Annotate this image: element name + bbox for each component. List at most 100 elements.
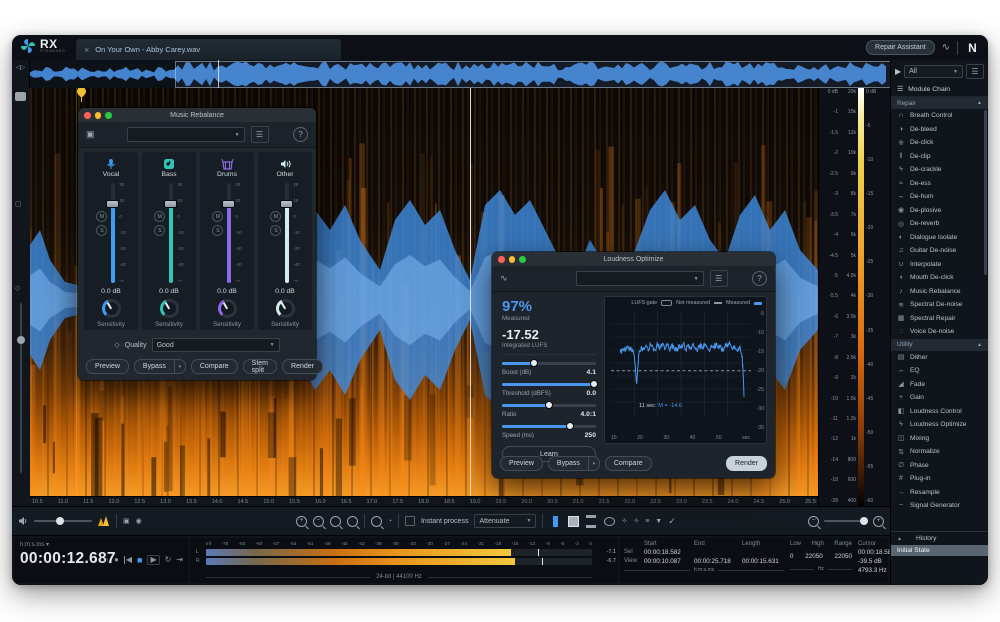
music-rebalance-title-bar[interactable]: Music Rebalance	[78, 108, 316, 122]
module-item-de-crackle[interactable]: ϟDe-crackle	[891, 163, 988, 177]
module-item-interpolate[interactable]: ∪Interpolate	[891, 258, 988, 272]
preset-menu-icon[interactable]: ☰	[710, 270, 728, 287]
signal-icon[interactable]: ∿	[942, 42, 950, 53]
monitor-headphones-icon[interactable]: ∩	[103, 556, 109, 564]
ratio-slider[interactable]	[502, 401, 596, 410]
boost-handle[interactable]	[530, 359, 538, 367]
gain-value[interactable]: 0.0 dB	[159, 288, 179, 295]
lasso-selection-tool[interactable]	[603, 515, 615, 527]
section-header-utility[interactable]: Utility▲	[891, 339, 988, 351]
view-length[interactable]: 00:00:15.631	[742, 558, 779, 565]
module-item-phase[interactable]: ∅Phase	[891, 459, 988, 473]
sel-end[interactable]	[694, 549, 742, 556]
gain-fader[interactable]	[111, 183, 115, 283]
sensitivity-knob[interactable]	[276, 299, 295, 318]
module-item-plug-in[interactable]: #Plug-in	[891, 472, 988, 486]
module-item-de-clip[interactable]: ‖De-clip	[891, 150, 988, 164]
view-start[interactable]: 00:00:10.087	[644, 558, 694, 565]
h-zoom-in-icon[interactable]: +	[873, 516, 884, 527]
close-window-icon[interactable]	[84, 112, 91, 119]
zoom-reset-icon[interactable]: ◔	[388, 518, 392, 525]
loudness-optimize-title-bar[interactable]: Loudness Optimize	[492, 252, 775, 266]
bypass-button[interactable]: Bypass	[548, 456, 589, 471]
module-item-gain[interactable]: +Gain	[891, 391, 988, 405]
solo-button[interactable]: S	[154, 225, 165, 236]
module-item-breath-control[interactable]: ∩Breath Control	[891, 109, 988, 123]
solo-button[interactable]: S	[270, 225, 281, 236]
mute-button[interactable]: M	[154, 211, 165, 222]
sel-start[interactable]: 00:00:18.582	[644, 549, 694, 556]
preset-menu-icon[interactable]: ☰	[251, 126, 269, 143]
speed-handle[interactable]	[566, 422, 574, 430]
preview-button[interactable]: Preview	[500, 456, 543, 471]
module-item-guitar-de-noise[interactable]: ♫Guitar De-noise	[891, 244, 988, 258]
zoom-window-icon[interactable]	[105, 112, 112, 119]
render-button[interactable]: Render	[726, 456, 767, 471]
volume-handle[interactable]	[56, 517, 64, 525]
help-icon[interactable]: ?	[293, 127, 308, 142]
time-frequency-selection-tool[interactable]	[567, 515, 579, 527]
record-button[interactable]: ●	[114, 556, 119, 564]
h-zoom-out-icon[interactable]: −	[808, 516, 819, 527]
zoom-selection-icon[interactable]	[330, 516, 341, 527]
time-selection-tool[interactable]	[549, 515, 561, 527]
zoom-time-icon[interactable]	[371, 516, 382, 527]
freq-range[interactable]: 22050	[834, 553, 852, 560]
speed-slider[interactable]	[502, 422, 596, 431]
gain-value[interactable]: 0.0 dB	[275, 288, 295, 295]
sensitivity-knob[interactable]	[102, 299, 121, 318]
freq-low[interactable]: 0	[790, 553, 794, 560]
frequency-selection-tool[interactable]	[585, 515, 597, 527]
time-ruler[interactable]: 10.511.011.512.012.513.013.514.014.515.0…	[30, 496, 818, 506]
mute-button[interactable]: M	[212, 211, 223, 222]
magic-wand-tool[interactable]: ✧	[621, 517, 627, 525]
solo-button[interactable]: S	[96, 225, 107, 236]
file-tab[interactable]: × On Your Own - Abby Carey.wav	[76, 39, 341, 60]
speed-value[interactable]: 250	[585, 432, 596, 439]
instant-process-checkbox[interactable]	[405, 516, 415, 526]
clock-icon[interactable]: ◉	[136, 517, 142, 525]
rail-button[interactable]	[15, 92, 26, 101]
module-item-voice-de-noise[interactable]: ◌Voice De-noise	[891, 325, 988, 339]
rail-layers-icon[interactable]: ▢	[15, 200, 22, 208]
history-item-initial-state[interactable]: Initial State	[891, 545, 988, 556]
wand-settings-tool[interactable]: ✧	[633, 517, 639, 525]
lufs-gate-icon[interactable]	[661, 300, 672, 306]
speaker-icon[interactable]	[18, 516, 28, 526]
solo-button[interactable]: S	[212, 225, 223, 236]
stem-split-button[interactable]: Stem split	[243, 359, 277, 374]
ratio-value[interactable]: 4.0:1	[581, 411, 597, 418]
ratio-handle[interactable]	[545, 401, 553, 409]
gain-fader[interactable]	[227, 183, 231, 283]
history-collapse-icon[interactable]: ▲	[897, 536, 902, 542]
spectrogram-waveform-balance-slider[interactable]	[20, 303, 22, 473]
brush-tool[interactable]: ▼	[655, 518, 662, 525]
module-item-de-hum[interactable]: ∼De-hum	[891, 190, 988, 204]
time-format-select[interactable]: h:m:s.ms ▾	[20, 541, 49, 548]
module-list-scrollbar[interactable]	[984, 110, 987, 275]
bypass-button[interactable]: Bypass	[134, 359, 175, 374]
module-item-loudness-control[interactable]: ◧Loudness Control	[891, 405, 988, 419]
gain-value[interactable]: 0.0 dB	[101, 288, 121, 295]
module-chain-item[interactable]: ☰ Module Chain	[891, 82, 988, 97]
module-item-de-ess[interactable]: ≈De-ess	[891, 177, 988, 191]
module-item-fade[interactable]: ◢Fade	[891, 378, 988, 392]
quality-select[interactable]: Good▼	[152, 338, 280, 352]
previous-button[interactable]: ◀	[124, 556, 132, 564]
zoom-fit-icon[interactable]	[347, 516, 358, 527]
gain-value[interactable]: 0.0 dB	[217, 288, 237, 295]
module-item-resample[interactable]: →Resample	[891, 486, 988, 500]
bypass-caret-icon[interactable]: ▾	[175, 359, 186, 374]
gain-fader[interactable]	[169, 183, 173, 283]
compare-button[interactable]: Compare	[605, 456, 652, 471]
module-item-normalize[interactable]: ⇅Normalize	[891, 445, 988, 459]
confirm-selection-icon[interactable]: ✓	[668, 517, 676, 526]
play-button[interactable]: ▶	[147, 555, 159, 565]
horizontal-zoom-slider[interactable]	[824, 520, 868, 522]
go-to-end-button[interactable]: ⇥	[176, 556, 183, 564]
preset-select[interactable]: ▼	[127, 127, 245, 142]
preset-compare-icon[interactable]: ▣	[86, 129, 95, 140]
module-item-signal-generator[interactable]: ~Signal Generator	[891, 499, 988, 513]
gain-fader[interactable]	[285, 183, 289, 283]
zoom-out-icon[interactable]: −	[313, 516, 324, 527]
